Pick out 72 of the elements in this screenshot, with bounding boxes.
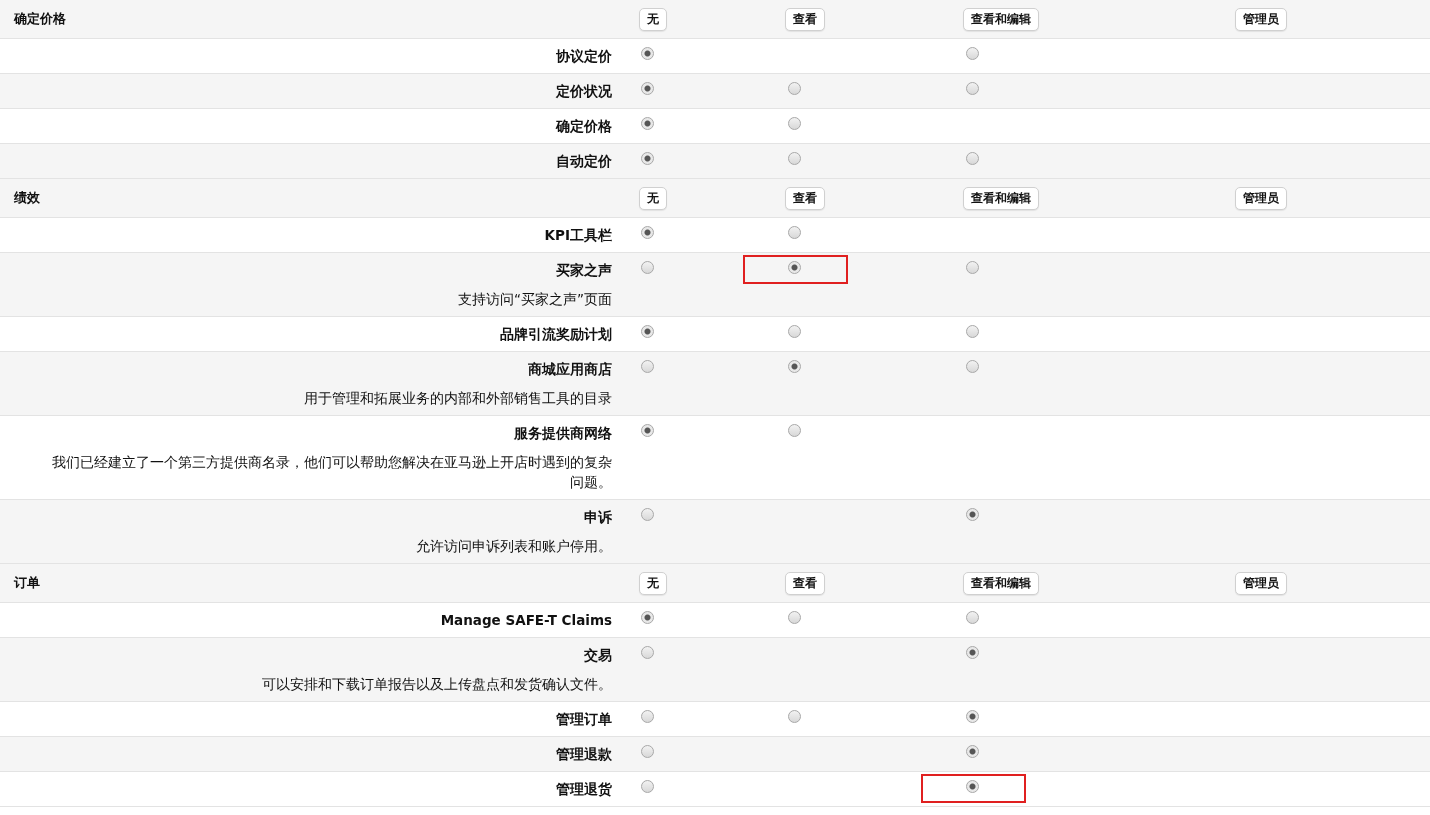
radio-button[interactable] xyxy=(641,745,654,758)
permission-description: 可以安排和下载订单报告以及上传盘点和发货确认文件。 xyxy=(262,675,612,694)
radio-button[interactable] xyxy=(966,152,979,165)
section-title: 绩效 xyxy=(13,190,40,205)
radio-button[interactable] xyxy=(966,261,979,274)
radio-button[interactable] xyxy=(966,710,979,723)
permission-label: 管理退款 xyxy=(556,746,612,763)
radio-button[interactable] xyxy=(788,152,801,165)
radio-button[interactable] xyxy=(641,117,654,130)
permission-label: 管理退货 xyxy=(556,781,612,798)
radio-button[interactable] xyxy=(966,360,979,373)
permission-label: 自动定价 xyxy=(556,153,612,170)
radio-button[interactable] xyxy=(966,47,979,60)
section-title: 确定价格 xyxy=(12,11,66,26)
radio-button[interactable] xyxy=(966,82,979,95)
permission-label: 管理订单 xyxy=(556,711,612,728)
permission-description: 用于管理和拓展业务的内部和外部销售工具的目录 xyxy=(304,389,612,408)
radio-button[interactable] xyxy=(641,82,654,95)
permission-label: Manage SAFE-T Claims xyxy=(440,612,612,629)
section-title: 订单 xyxy=(13,575,40,590)
permission-level-button[interactable]: 查看 xyxy=(785,571,825,595)
radio-button[interactable] xyxy=(788,611,801,624)
permission-level-button[interactable]: 管理员 xyxy=(1235,7,1287,31)
permission-label: 申诉 xyxy=(584,509,612,526)
permission-level-button[interactable]: 无 xyxy=(639,186,667,210)
radio-button[interactable] xyxy=(641,646,654,659)
radio-button[interactable] xyxy=(788,261,801,274)
permission-description: 支持访问“买家之声”页面 xyxy=(458,290,612,309)
permission-level-button[interactable]: 无 xyxy=(639,571,667,595)
radio-button[interactable] xyxy=(641,360,654,373)
permission-level-button[interactable]: 查看和编辑 xyxy=(963,571,1039,595)
radio-button[interactable] xyxy=(966,611,979,624)
permission-description: 我们已经建立了一个第三方提供商名录，他们可以帮助您解决在亚马逊上开店时遇到的复杂问题。 xyxy=(51,453,612,492)
radio-button[interactable] xyxy=(788,360,801,373)
radio-button[interactable] xyxy=(641,261,654,274)
radio-button[interactable] xyxy=(788,325,801,338)
radio-button[interactable] xyxy=(788,117,801,130)
permission-level-button[interactable]: 无 xyxy=(639,7,667,31)
permission-level-button[interactable]: 查看和编辑 xyxy=(963,7,1039,31)
radio-button[interactable] xyxy=(641,47,654,60)
radio-button[interactable] xyxy=(966,780,979,793)
permission-label: 服务提供商网络 xyxy=(514,425,612,442)
radio-button[interactable] xyxy=(641,780,654,793)
permission-level-button[interactable]: 管理员 xyxy=(1235,186,1287,210)
radio-button[interactable] xyxy=(641,226,654,239)
radio-button[interactable] xyxy=(788,82,801,95)
permission-label: 协议定价 xyxy=(556,48,612,65)
radio-button[interactable] xyxy=(641,152,654,165)
radio-button[interactable] xyxy=(641,424,654,437)
radio-button[interactable] xyxy=(966,646,979,659)
radio-button[interactable] xyxy=(966,325,979,338)
permission-label: 定价状况 xyxy=(556,83,612,100)
permission-label: KPI工具栏 xyxy=(544,227,612,244)
radio-button[interactable] xyxy=(641,508,654,521)
permission-description: 允许访问申诉列表和账户停用。 xyxy=(416,537,612,556)
permission-level-button[interactable]: 查看 xyxy=(785,186,825,210)
permission-label: 确定价格 xyxy=(556,118,612,135)
permission-level-button[interactable]: 查看和编辑 xyxy=(963,186,1039,210)
permission-label: 品牌引流奖励计划 xyxy=(500,326,612,343)
permission-level-button[interactable]: 查看 xyxy=(785,7,825,31)
permission-label: 商城应用商店 xyxy=(528,361,612,378)
radio-button[interactable] xyxy=(788,226,801,239)
radio-button[interactable] xyxy=(641,710,654,723)
radio-button[interactable] xyxy=(966,508,979,521)
radio-button[interactable] xyxy=(641,611,654,624)
radio-button[interactable] xyxy=(641,325,654,338)
radio-button[interactable] xyxy=(788,424,801,437)
permission-label: 买家之声 xyxy=(556,262,612,279)
permission-level-button[interactable]: 管理员 xyxy=(1235,571,1287,595)
radio-button[interactable] xyxy=(966,745,979,758)
permission-label: 交易 xyxy=(584,647,612,664)
radio-button[interactable] xyxy=(788,710,801,723)
